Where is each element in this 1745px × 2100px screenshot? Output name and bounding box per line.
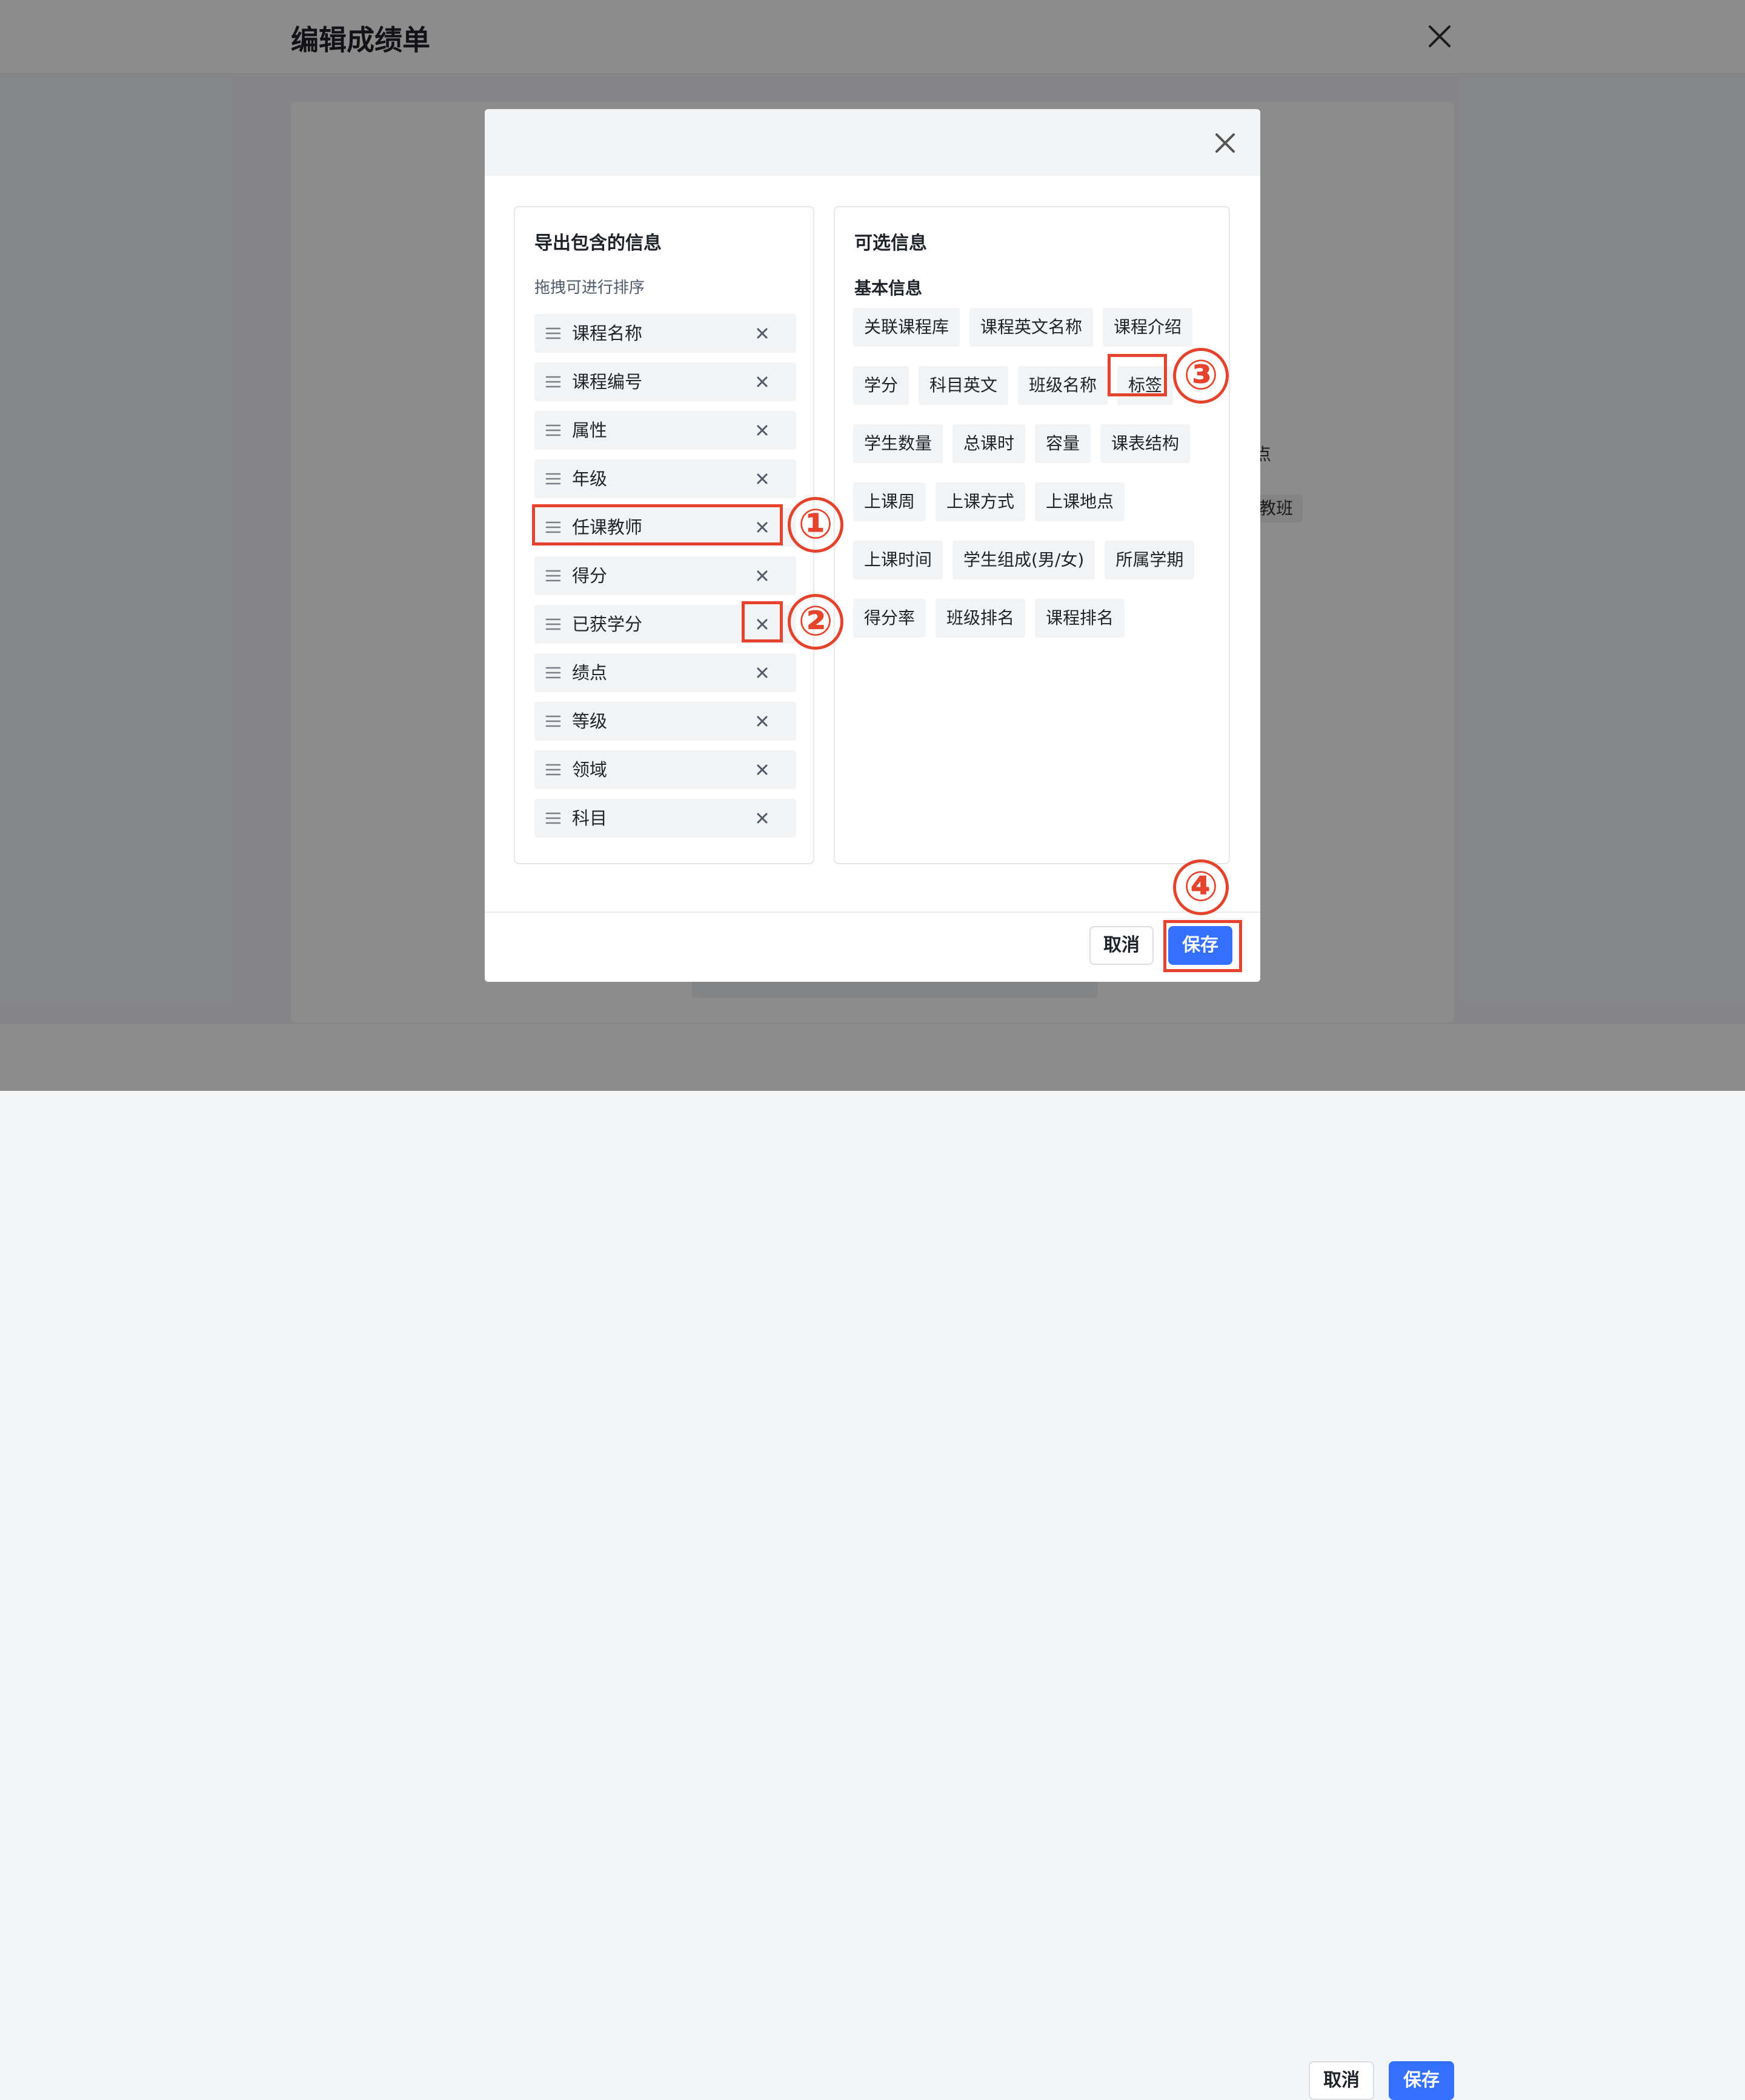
optional-field-tag[interactable]: 学生组成(男/女) — [952, 541, 1095, 579]
optional-field-tag[interactable]: 所属学期 — [1105, 541, 1195, 579]
optional-field-tag[interactable]: 班级排名 — [936, 599, 1026, 638]
export-settings-dialog: 导出包含的信息 拖拽可进行排序 课程名称 课程编号 属性 年级 任课教师 得分 已获学分 绩点… — [485, 109, 1260, 982]
optional-field-tag[interactable]: 学生数量 — [853, 424, 943, 463]
drag-handle-icon[interactable] — [545, 714, 561, 728]
dialog-close-icon[interactable] — [1212, 130, 1238, 156]
optional-field-tag[interactable]: 总课时 — [952, 424, 1026, 463]
optional-field-tag[interactable]: 上课方式 — [936, 482, 1026, 521]
remove-icon[interactable] — [755, 568, 769, 583]
included-field-label: 课程名称 — [572, 323, 643, 344]
optional-field-tag[interactable]: 课程排名 — [1035, 599, 1125, 638]
remove-icon[interactable] — [755, 326, 769, 341]
drag-handle-icon[interactable] — [545, 665, 561, 680]
included-fields-list: 课程名称 课程编号 属性 年级 任课教师 得分 已获学分 绩点 等级 领域 科目 — [534, 314, 796, 847]
drag-hint: 拖拽可进行排序 — [534, 279, 645, 297]
optional-field-tag[interactable]: 上课周 — [853, 482, 926, 521]
included-field-label: 年级 — [572, 468, 608, 489]
highlight-box-4 — [1163, 920, 1242, 972]
dialog-cancel-button[interactable]: 取消 — [1089, 926, 1154, 965]
included-field-label: 属性 — [572, 420, 608, 441]
remove-icon[interactable] — [755, 472, 769, 486]
remove-icon[interactable] — [755, 811, 769, 825]
optional-field-tag[interactable]: 班级名称 — [1018, 366, 1108, 405]
drag-handle-icon[interactable] — [545, 472, 561, 486]
highlight-box-2 — [742, 601, 783, 642]
drag-handle-icon[interactable] — [545, 423, 561, 438]
drag-handle-icon[interactable] — [545, 617, 561, 632]
included-field-label: 领域 — [572, 759, 608, 780]
included-field-item[interactable]: 得分 — [534, 556, 796, 595]
optional-field-tag[interactable]: 科目英文 — [919, 366, 1009, 405]
annotation-marker-4: ④ — [1173, 859, 1229, 915]
optional-fields-title: 可选信息 — [854, 233, 927, 254]
optional-field-tag[interactable]: 学分 — [853, 366, 909, 405]
optional-field-tag[interactable]: 容量 — [1035, 424, 1091, 463]
remove-icon[interactable] — [755, 714, 769, 728]
highlight-box-3 — [1108, 354, 1167, 396]
annotation-marker-1: ① — [788, 497, 843, 553]
included-field-label: 科目 — [572, 808, 608, 828]
included-field-item[interactable]: 领域 — [534, 750, 796, 789]
remove-icon[interactable] — [755, 665, 769, 680]
included-field-label: 绩点 — [572, 662, 608, 683]
included-field-label: 已获学分 — [572, 614, 643, 635]
included-field-item[interactable]: 课程名称 — [534, 314, 796, 353]
optional-field-tag[interactable]: 上课地点 — [1035, 482, 1125, 521]
included-field-label: 得分 — [572, 565, 608, 586]
group-title-basic: 基本信息 — [854, 278, 923, 298]
optional-field-tag[interactable]: 课程英文名称 — [969, 308, 1094, 347]
remove-icon[interactable] — [755, 423, 769, 438]
remove-icon[interactable] — [755, 762, 769, 777]
optional-fields-panel: 可选信息 基本信息 关联课程库 课程英文名称 课程介绍 学分 科目英文 班级名称 标签 学生数… — [834, 206, 1230, 864]
annotation-marker-2: ② — [788, 594, 843, 650]
included-field-item[interactable]: 科目 — [534, 799, 796, 838]
included-fields-title: 导出包含的信息 — [534, 233, 662, 254]
highlight-box-1 — [532, 504, 783, 545]
dialog-header — [485, 109, 1260, 176]
optional-field-tag[interactable]: 关联课程库 — [853, 308, 960, 347]
included-field-item[interactable]: 年级 — [534, 459, 796, 498]
drag-handle-icon[interactable] — [545, 326, 561, 341]
optional-field-tag[interactable]: 课表结构 — [1100, 424, 1191, 463]
annotation-marker-3: ③ — [1173, 348, 1229, 404]
drag-handle-icon[interactable] — [545, 762, 561, 777]
remove-icon[interactable] — [755, 375, 769, 389]
included-field-item[interactable]: 课程编号 — [534, 362, 796, 401]
drag-handle-icon[interactable] — [545, 811, 561, 825]
included-field-item[interactable]: 等级 — [534, 702, 796, 741]
drag-handle-icon[interactable] — [545, 568, 561, 583]
page-cancel-button[interactable]: 取消 — [1309, 2061, 1374, 2100]
optional-field-tag[interactable]: 得分率 — [853, 599, 926, 638]
drag-handle-icon[interactable] — [545, 375, 561, 389]
optional-field-tag[interactable]: 上课时间 — [853, 541, 943, 579]
included-field-label: 课程编号 — [572, 372, 643, 392]
included-field-label: 等级 — [572, 711, 608, 732]
included-field-item[interactable]: 绩点 — [534, 653, 796, 692]
included-field-item[interactable]: 属性 — [534, 411, 796, 450]
page-save-button[interactable]: 保存 — [1389, 2061, 1454, 2100]
optional-field-tag[interactable]: 课程介绍 — [1103, 308, 1193, 347]
